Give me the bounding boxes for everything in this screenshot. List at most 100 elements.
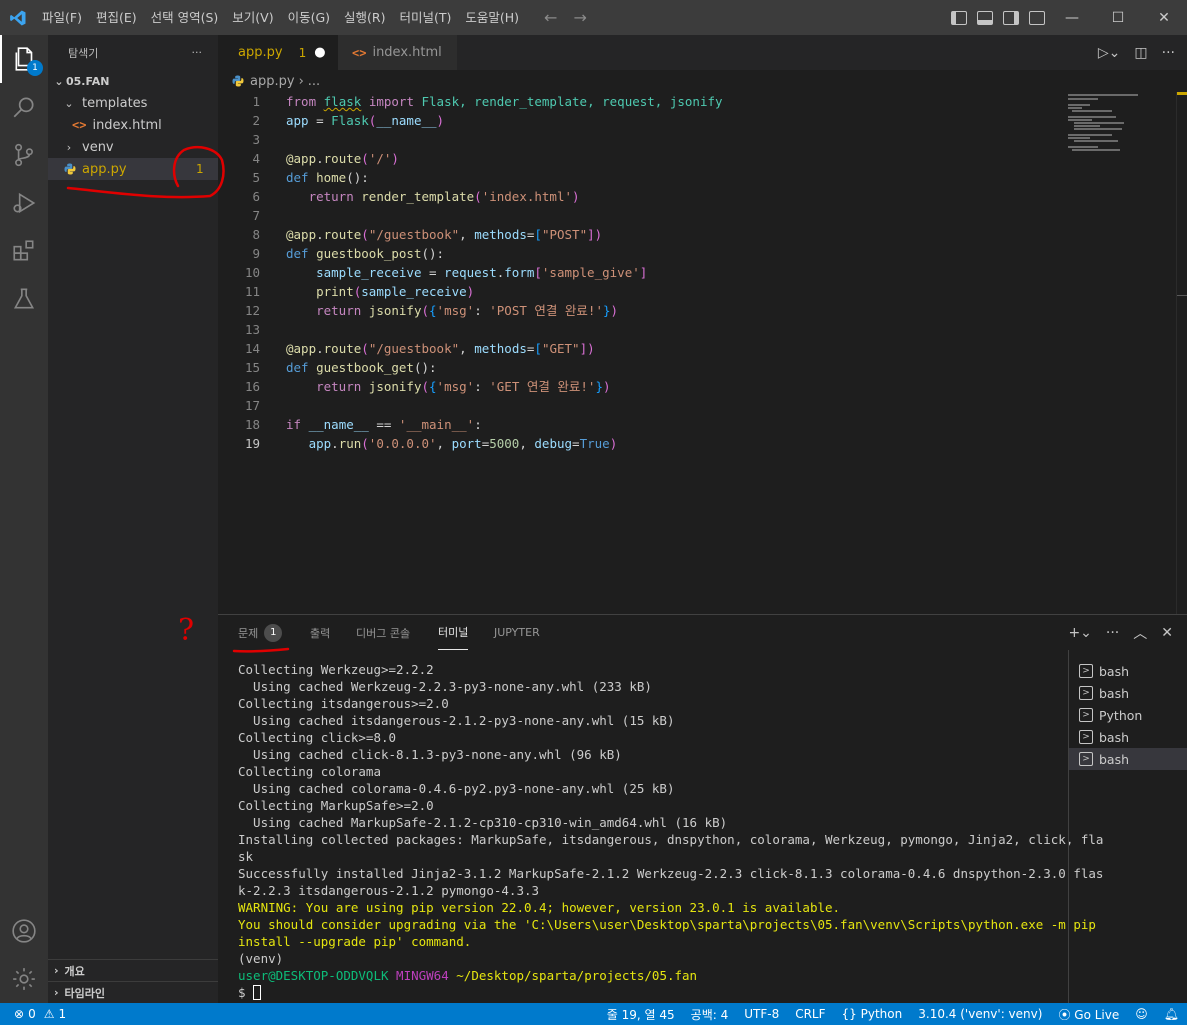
code-line-4[interactable]: @app.route('/') bbox=[286, 149, 399, 168]
tab-jupyter[interactable]: JUPYTER bbox=[494, 615, 540, 650]
code-line-12[interactable]: return jsonify({'msg': 'POST 연결 완료!'}) bbox=[286, 301, 618, 320]
cursor-position[interactable]: 줄 19, 열 45 bbox=[607, 1006, 675, 1023]
breadcrumb-more[interactable]: ... bbox=[308, 74, 320, 89]
terminal-item-bash[interactable]: > bash bbox=[1069, 660, 1187, 682]
chevron-down-icon: ⌄ bbox=[54, 74, 64, 88]
menu-terminal[interactable]: 터미널(T) bbox=[393, 0, 459, 35]
code-line-8[interactable]: @app.route("/guestbook", methods=["POST"… bbox=[286, 225, 602, 244]
run-debug-icon[interactable] bbox=[0, 179, 48, 227]
more-actions-icon[interactable]: ··· bbox=[1162, 45, 1175, 61]
line-number: 12 bbox=[244, 303, 260, 318]
code-line-6[interactable]: return render_template('index.html') bbox=[286, 187, 580, 206]
tab-terminal[interactable]: 터미널 bbox=[438, 615, 469, 650]
testing-flask-icon[interactable] bbox=[0, 275, 48, 323]
code-line-15[interactable]: def guestbook_get(): bbox=[286, 358, 437, 377]
new-terminal-icon[interactable]: +⌄ bbox=[1068, 625, 1091, 641]
more-actions-icon[interactable]: ··· bbox=[1106, 625, 1119, 641]
outline-section[interactable]: › 개요 bbox=[48, 959, 218, 981]
tab-output[interactable]: 출력 bbox=[310, 615, 330, 650]
terminal-output[interactable]: Collecting Werkzeug>=2.2.2 Using cached … bbox=[238, 661, 1103, 1001]
python-file-icon bbox=[64, 163, 76, 175]
code-line-2[interactable]: app = Flask(__name__) bbox=[286, 111, 444, 130]
terminal-item-bash[interactable]: > bash bbox=[1069, 682, 1187, 704]
tab-app-py[interactable]: app.py 1 ● bbox=[218, 35, 338, 70]
editor-scrollbar[interactable] bbox=[1176, 92, 1187, 614]
menu-view[interactable]: 보기(V) bbox=[225, 0, 280, 35]
file-index-html[interactable]: <> index.html bbox=[48, 114, 218, 136]
extensions-icon[interactable] bbox=[0, 227, 48, 275]
nav-forward-button[interactable]: → bbox=[573, 8, 586, 27]
menu-edit[interactable]: 편집(E) bbox=[89, 0, 144, 35]
code-editor[interactable]: 1 from flask import Flask, render_templat… bbox=[218, 92, 1187, 614]
maximize-button[interactable]: ☐ bbox=[1095, 0, 1141, 35]
indentation[interactable]: 공백: 4 bbox=[691, 1006, 729, 1023]
folder-venv[interactable]: › venv bbox=[48, 136, 218, 158]
code-line-1[interactable]: from flask import Flask, render_template… bbox=[286, 92, 723, 111]
breadcrumb-file[interactable]: app.py bbox=[250, 74, 295, 89]
code-line-14[interactable]: @app.route("/guestbook", methods=["GET"]… bbox=[286, 339, 595, 358]
file-app-py[interactable]: app.py 1 bbox=[48, 158, 218, 180]
split-editor-icon[interactable]: ◫ bbox=[1134, 45, 1147, 61]
menu-go[interactable]: 이동(G) bbox=[281, 0, 337, 35]
code-line-10[interactable]: sample_receive = request.form['sample_gi… bbox=[286, 263, 647, 282]
toggle-sidebar-icon[interactable] bbox=[951, 10, 967, 25]
python-interpreter[interactable]: 3.10.4 ('venv': venv) bbox=[918, 1007, 1042, 1021]
account-icon[interactable] bbox=[0, 907, 48, 955]
folder-templates[interactable]: ⌄ templates bbox=[48, 92, 218, 114]
terminal-line: Collecting Werkzeug>=2.2.2 bbox=[238, 662, 434, 677]
terminal-input-line[interactable]: $ bbox=[238, 984, 1068, 1001]
code-line-16[interactable]: return jsonify({'msg': 'GET 연결 완료!'}) bbox=[286, 377, 610, 396]
code-line-19[interactable]: app.run('0.0.0.0', port=5000, debug=True… bbox=[286, 434, 618, 453]
line-number: 11 bbox=[244, 284, 260, 299]
terminal-item-label: bash bbox=[1099, 685, 1130, 701]
timeline-label: 타임라인 bbox=[64, 986, 106, 1000]
line-number: 7 bbox=[252, 208, 260, 223]
toggle-panel-icon[interactable] bbox=[977, 10, 993, 25]
explorer-icon[interactable]: 1 bbox=[0, 35, 48, 83]
encoding[interactable]: UTF-8 bbox=[744, 1007, 779, 1021]
code-line-9[interactable]: def guestbook_post(): bbox=[286, 244, 444, 263]
terminal-item-bash[interactable]: > bash bbox=[1069, 726, 1187, 748]
line-number: 2 bbox=[252, 113, 260, 128]
problems-status[interactable]: ⊗ 0 ⚠ 1 bbox=[0, 1007, 66, 1021]
code-line-18[interactable]: if __name__ == '__main__': bbox=[286, 415, 482, 434]
sidebar-more-button[interactable]: ··· bbox=[192, 46, 203, 59]
minimap[interactable] bbox=[1068, 92, 1176, 152]
end-of-line[interactable]: CRLF bbox=[795, 1007, 825, 1021]
terminal-item-bash[interactable]: > bash bbox=[1069, 748, 1187, 770]
dirty-indicator-icon[interactable]: ● bbox=[314, 45, 325, 60]
tab-index-html[interactable]: <> index.html bbox=[338, 35, 458, 70]
feedback-icon[interactable]: ☺ bbox=[1135, 1007, 1148, 1021]
file-index-html-label: index.html bbox=[92, 117, 162, 133]
menu-selection[interactable]: 선택 영역(S) bbox=[144, 0, 226, 35]
run-python-icon[interactable]: ▷⌄ bbox=[1098, 45, 1121, 61]
close-panel-icon[interactable]: ✕ bbox=[1161, 625, 1173, 641]
customize-layout-icon[interactable] bbox=[1029, 10, 1045, 25]
terminal-item-label: bash bbox=[1099, 729, 1130, 745]
toggle-secondary-sidebar-icon[interactable] bbox=[1003, 10, 1019, 25]
minimize-button[interactable]: — bbox=[1049, 0, 1095, 35]
terminal-line: k-2.2.3 itsdangerous-2.1.2 pymongo-4.3.3 bbox=[238, 883, 540, 898]
source-control-icon[interactable] bbox=[0, 131, 48, 179]
outline-label: 개요 bbox=[64, 964, 85, 978]
timeline-section[interactable]: › 타임라인 bbox=[48, 981, 218, 1003]
tab-problems[interactable]: 문제 1 bbox=[238, 615, 283, 650]
search-icon[interactable] bbox=[0, 83, 48, 131]
code-line-5[interactable]: def home(): bbox=[286, 168, 369, 187]
menu-file[interactable]: 파일(F) bbox=[35, 0, 89, 35]
terminal-item-python[interactable]: > Python bbox=[1069, 704, 1187, 726]
folder-root[interactable]: ⌄ 05.FAN bbox=[48, 70, 218, 92]
close-window-button[interactable]: ✕ bbox=[1141, 0, 1187, 35]
settings-gear-icon[interactable] bbox=[0, 955, 48, 1003]
menu-run[interactable]: 실행(R) bbox=[337, 0, 392, 35]
html-file-icon: <> bbox=[72, 118, 87, 132]
tab-debug-console[interactable]: 디버그 콘솔 bbox=[356, 615, 410, 650]
nav-back-button[interactable]: ← bbox=[544, 8, 557, 27]
go-live-button[interactable]: ⦿ Go Live bbox=[1058, 1006, 1119, 1023]
maximize-panel-icon[interactable]: ︿ bbox=[1133, 623, 1147, 643]
breadcrumb: app.py › ... bbox=[218, 70, 1187, 92]
menu-help[interactable]: 도움말(H) bbox=[458, 0, 526, 35]
code-line-11[interactable]: print(sample_receive) bbox=[286, 282, 474, 301]
language-mode[interactable]: {} Python bbox=[842, 1007, 903, 1021]
notifications-bell-icon[interactable]: 🔔︎ bbox=[1164, 1007, 1179, 1021]
